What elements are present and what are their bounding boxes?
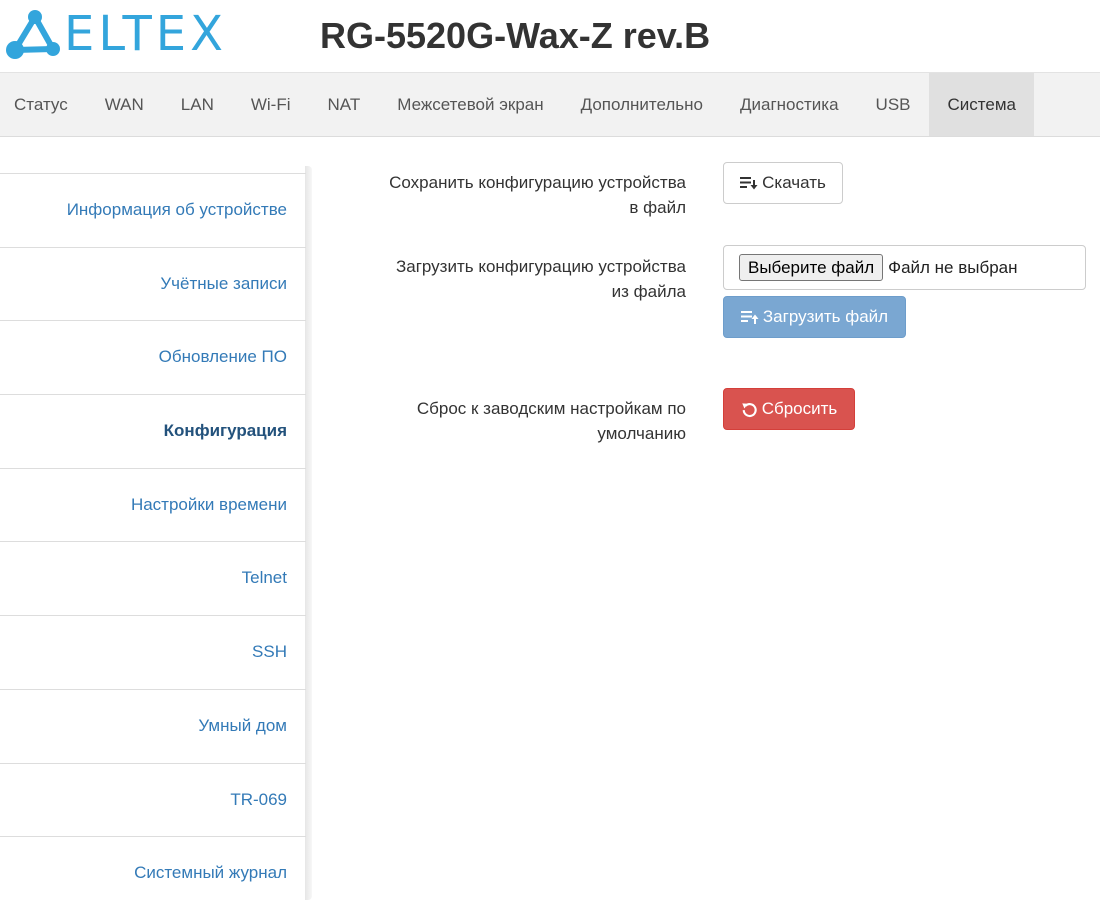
download-button-label: Скачать [762,173,826,192]
save-config-label: Сохранить конфигурацию устройства в файл [389,173,686,217]
sidebar-list: Информация об устройстве Учётные записи … [0,173,306,910]
sidebar-item-tr069[interactable]: TR-069 [0,762,306,837]
sidebar-item-configuration[interactable]: Конфигурация [0,394,306,468]
device-title: RG-5520G-Wax-Z rev.B [320,15,711,56]
sidebar-item-device-info[interactable]: Информация об устройстве [0,173,306,247]
reset-button-label: Сбросить [761,399,838,418]
tab-lan[interactable]: LAN [162,73,232,136]
download-button[interactable]: Скачать [723,162,843,204]
reset-button[interactable]: Сбросить [723,388,855,430]
sidebar-item-time-settings[interactable]: Настройки времени [0,467,306,542]
undo-icon [741,401,758,418]
sidebar-item-telnet[interactable]: Telnet [0,541,306,615]
sidebar: Информация об устройстве Учётные записи … [0,164,312,904]
sidebar-shadow [305,166,312,900]
sidebar-item-system-log[interactable]: Системный журнал [0,836,306,910]
tab-firewall[interactable]: Межсетевой экран [379,73,562,136]
top-navigation: Статус WAN LAN Wi-Fi NAT Межсетевой экра… [0,72,1100,137]
choose-file-button[interactable]: Выберите файл [739,254,884,281]
tab-advanced[interactable]: Дополнительно [562,73,721,136]
file-input[interactable]: Выберите файл Файл не выбран [723,245,1086,290]
upload-file-button-label: Загрузить файл [762,307,889,326]
upload-list-icon [740,309,759,325]
header: ELTEX RG-5520G-Wax-Z rev.B [0,0,1100,72]
download-list-icon [740,175,758,191]
factory-reset-label: Сброс к заводским настройкам по умолчани… [416,399,686,443]
tab-system[interactable]: Система [929,73,1035,136]
tab-diagnostics[interactable]: Диагностика [721,73,857,136]
tab-status[interactable]: Статус [0,73,86,136]
upload-config-label: Загрузить конфигурацию устройства из фай… [395,257,686,301]
tab-nat[interactable]: NAT [309,73,379,136]
file-status-text: Файл не выбран [888,257,1018,277]
sidebar-item-smart-home[interactable]: Умный дом [0,688,306,763]
sidebar-item-ssh[interactable]: SSH [0,615,306,689]
logo-wordmark: ELTEX [64,6,227,62]
molecule-logo-icon [6,10,60,59]
upload-file-button[interactable]: Загрузить файл [723,296,906,338]
tab-wan[interactable]: WAN [86,73,162,136]
tab-usb[interactable]: USB [857,73,929,136]
eltex-logo[interactable]: ELTEX [4,8,244,60]
sidebar-item-accounts[interactable]: Учётные записи [0,246,306,321]
sidebar-item-firmware-update[interactable]: Обновление ПО [0,320,306,394]
tab-wifi[interactable]: Wi-Fi [232,73,309,136]
